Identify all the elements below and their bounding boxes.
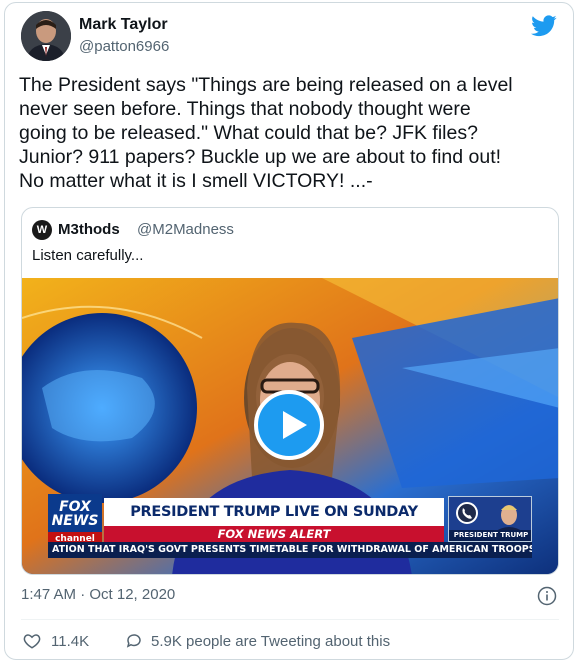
quoted-text: Listen carefully... xyxy=(32,247,144,264)
fox-news-logo: FOX NEWS channel xyxy=(48,494,102,546)
divider xyxy=(21,619,559,620)
author-handle[interactable]: @patton6966 xyxy=(79,38,169,55)
info-icon[interactable] xyxy=(537,586,557,606)
quoted-author-name: M3thods xyxy=(58,221,120,238)
news-ticker: ATION THAT IRAQ'S GOVT PRESENTS TIMETABL… xyxy=(48,542,532,558)
reply-bubble-icon xyxy=(126,634,141,648)
news-headline: PRESIDENT TRUMP LIVE ON SUNDAY MORNING F… xyxy=(104,498,444,548)
play-button[interactable] xyxy=(254,390,324,460)
quoted-author-handle: @M2Madness xyxy=(137,221,234,238)
quoted-tweet[interactable]: W M3thods @M2Madness Listen carefully... xyxy=(21,207,559,575)
conversation-text: 5.9K people are Tweeting about this xyxy=(151,632,391,650)
twitter-bird-icon[interactable] xyxy=(531,15,557,37)
side-box-label: PRESIDENT TRUMP LIVE xyxy=(449,530,531,541)
heart-icon xyxy=(23,634,41,649)
author-name[interactable]: Mark Taylor xyxy=(79,16,168,34)
conversation-link[interactable]: 5.9K people are Tweeting about this xyxy=(125,631,390,651)
tweet-card[interactable]: Mark Taylor @patton6966 The President sa… xyxy=(4,2,574,660)
like-button[interactable]: 11.4K xyxy=(23,631,89,651)
news-lower-third: FOX NEWS channel PRESIDENT TRUMP LIVE ON… xyxy=(48,494,532,564)
news-alert-bar: FOX NEWS ALERT xyxy=(104,526,444,542)
like-count: 11.4K xyxy=(51,632,90,650)
video-player[interactable]: FOX NEWS channel PRESIDENT TRUMP LIVE ON… xyxy=(22,278,558,574)
network-logo-sub: NEWS xyxy=(51,513,99,529)
tweet-timestamp[interactable]: 1:47 AM · Oct 12, 2020 xyxy=(21,586,175,603)
side-video-box: PRESIDENT TRUMP LIVE xyxy=(448,496,532,542)
tweet-text: The President says "Things are being rel… xyxy=(19,74,513,192)
quoted-avatar: W xyxy=(32,220,52,240)
alert-brand: FOX NEWS xyxy=(217,527,287,541)
alert-word: ALERT xyxy=(290,527,331,541)
author-avatar[interactable] xyxy=(21,11,71,61)
